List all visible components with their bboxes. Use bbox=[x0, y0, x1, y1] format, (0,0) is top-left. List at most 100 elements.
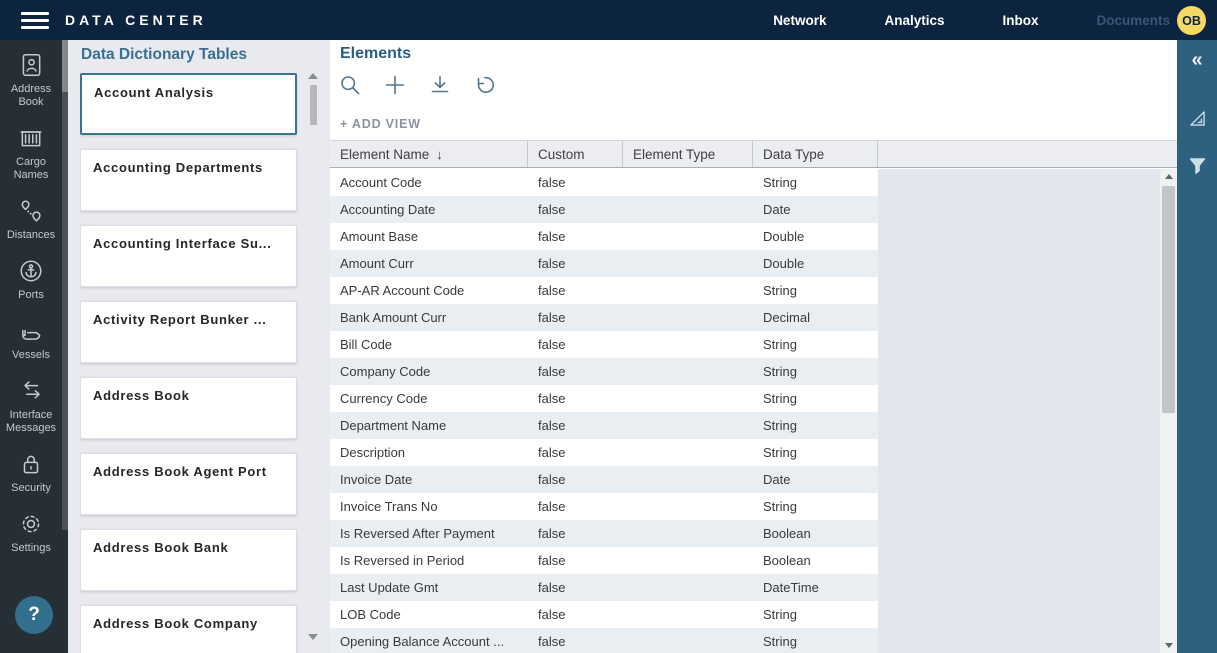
cell-element-name: Opening Balance Account ... bbox=[330, 628, 528, 653]
list-scroll-down-icon[interactable] bbox=[308, 634, 318, 640]
cell-element-type bbox=[623, 601, 753, 628]
sidebar-item-ports[interactable]: Ports bbox=[0, 258, 62, 302]
table-scrollbar-thumb[interactable] bbox=[1162, 186, 1175, 413]
table-row[interactable]: Last Update Gmt false DateTime bbox=[330, 574, 878, 601]
cell-element-type bbox=[623, 412, 753, 439]
add-view-button[interactable]: + ADD VIEW bbox=[340, 117, 421, 131]
nav-inbox[interactable]: Inbox bbox=[1002, 13, 1038, 28]
cell-custom: false bbox=[528, 223, 623, 250]
column-label: Element Type bbox=[633, 147, 715, 162]
measure-tool-button[interactable] bbox=[1177, 103, 1217, 133]
filter-button[interactable] bbox=[1177, 150, 1217, 180]
elements-toolbar bbox=[339, 74, 496, 96]
panel-title: Data Dictionary Tables bbox=[81, 46, 330, 64]
collapse-panel-button[interactable]: « bbox=[1177, 45, 1217, 75]
table-scrollbar[interactable] bbox=[1160, 169, 1177, 653]
cell-data-type: String bbox=[753, 628, 878, 653]
sidebar-item-address-book[interactable]: Address Book bbox=[0, 52, 62, 109]
table-row[interactable]: AP-AR Account Code false String bbox=[330, 277, 878, 304]
add-button[interactable] bbox=[384, 74, 406, 96]
table-card[interactable]: Activity Report Bunker ... bbox=[80, 301, 297, 363]
table-row[interactable]: Is Reversed in Period false Boolean bbox=[330, 547, 878, 574]
table-card-title: Address Book Agent Port bbox=[81, 454, 296, 479]
sidebar-item-label: Cargo Names bbox=[0, 156, 62, 182]
table-row[interactable]: Department Name false String bbox=[330, 412, 878, 439]
column-header-element-name[interactable]: Element Name ↓ bbox=[330, 141, 528, 167]
cell-custom: false bbox=[528, 277, 623, 304]
table-card-title: Activity Report Bunker ... bbox=[81, 302, 296, 327]
table-row[interactable]: Bill Code false String bbox=[330, 331, 878, 358]
scroll-up-button[interactable] bbox=[1160, 169, 1177, 184]
sidebar-item-vessels[interactable]: Vessels bbox=[0, 318, 62, 362]
sidebar-item-settings[interactable]: Settings bbox=[0, 511, 62, 555]
cell-custom: false bbox=[528, 358, 623, 385]
cell-element-type bbox=[623, 547, 753, 574]
table-card[interactable]: Accounting Interface Su... bbox=[80, 225, 297, 287]
lock-icon bbox=[18, 451, 44, 477]
cell-element-name: Description bbox=[330, 439, 528, 466]
table-card-title: Accounting Interface Su... bbox=[81, 226, 296, 251]
search-button[interactable] bbox=[339, 74, 361, 96]
list-scroll-up-icon[interactable] bbox=[308, 73, 318, 79]
sidebar-item-interface-messages[interactable]: Interface Messages bbox=[0, 378, 62, 435]
avatar[interactable]: OB bbox=[1177, 6, 1206, 35]
column-header-filler bbox=[878, 141, 1177, 167]
list-scrollbar-thumb[interactable] bbox=[310, 85, 317, 125]
table-row[interactable]: Currency Code false String bbox=[330, 385, 878, 412]
column-header-custom[interactable]: Custom bbox=[528, 141, 623, 167]
column-header-element-type[interactable]: Element Type bbox=[623, 141, 753, 167]
cell-custom: false bbox=[528, 466, 623, 493]
table-card[interactable]: Address Book Bank bbox=[80, 529, 297, 591]
anchor-icon bbox=[18, 258, 44, 284]
sidebar-item-cargo-names[interactable]: Cargo Names bbox=[0, 125, 62, 182]
cell-data-type: String bbox=[753, 169, 878, 196]
table-row[interactable]: Invoice Date false Date bbox=[330, 466, 878, 493]
table-row[interactable]: Opening Balance Account ... false String bbox=[330, 628, 878, 653]
table-row[interactable]: Amount Base false Double bbox=[330, 223, 878, 250]
menu-icon[interactable] bbox=[21, 12, 49, 29]
cell-data-type: Boolean bbox=[753, 547, 878, 574]
sidebar-item-label: Vessels bbox=[12, 349, 50, 362]
table-row[interactable]: Amount Curr false Double bbox=[330, 250, 878, 277]
download-button[interactable] bbox=[429, 74, 451, 96]
table-card[interactable]: Address Book Company bbox=[80, 605, 297, 653]
cell-element-type bbox=[623, 223, 753, 250]
sidebar-item-label: Settings bbox=[11, 542, 51, 555]
table-row[interactable]: Bank Amount Curr false Decimal bbox=[330, 304, 878, 331]
table-row[interactable]: Accounting Date false Date bbox=[330, 196, 878, 223]
nav-analytics[interactable]: Analytics bbox=[884, 13, 944, 28]
table-card[interactable]: Address Book Agent Port bbox=[80, 453, 297, 515]
scroll-down-button[interactable] bbox=[1160, 638, 1177, 653]
swap-arrows-icon bbox=[18, 378, 44, 404]
undo-button[interactable] bbox=[474, 74, 496, 96]
table-row[interactable]: Company Code false String bbox=[330, 358, 878, 385]
cell-element-name: Company Code bbox=[330, 358, 528, 385]
cell-custom: false bbox=[528, 547, 623, 574]
sidebar-item-security[interactable]: Security bbox=[0, 451, 62, 495]
sidebar-item-distances[interactable]: Distances bbox=[0, 198, 62, 242]
table-row[interactable]: Invoice Trans No false String bbox=[330, 493, 878, 520]
table-card[interactable]: Address Book bbox=[80, 377, 297, 439]
table-card[interactable]: Accounting Departments bbox=[80, 149, 297, 211]
cell-element-name: Bill Code bbox=[330, 331, 528, 358]
table-card[interactable]: Account Analysis bbox=[80, 73, 297, 135]
table-row[interactable]: Description false String bbox=[330, 439, 878, 466]
sidebar-item-label: Security bbox=[11, 482, 51, 495]
cell-element-type bbox=[623, 466, 753, 493]
cell-custom: false bbox=[528, 601, 623, 628]
help-button[interactable]: ? bbox=[15, 596, 53, 634]
right-rail: « bbox=[1177, 40, 1217, 653]
plus-icon bbox=[384, 74, 406, 96]
table-row[interactable]: Is Reversed After Payment false Boolean bbox=[330, 520, 878, 547]
table-card-title: Address Book Company bbox=[81, 606, 296, 631]
sort-desc-icon: ↓ bbox=[436, 147, 443, 162]
table-row[interactable]: Account Code false String bbox=[330, 169, 878, 196]
ship-icon bbox=[18, 318, 44, 344]
cell-custom: false bbox=[528, 385, 623, 412]
nav-network[interactable]: Network bbox=[773, 13, 826, 28]
app-window: DATA CENTER Network Analytics Inbox Docu… bbox=[0, 0, 1217, 653]
table-row[interactable]: LOB Code false String bbox=[330, 601, 878, 628]
cell-data-type: Boolean bbox=[753, 520, 878, 547]
sidebar-item-label: Address Book bbox=[0, 83, 62, 109]
column-header-data-type[interactable]: Data Type bbox=[753, 141, 878, 167]
